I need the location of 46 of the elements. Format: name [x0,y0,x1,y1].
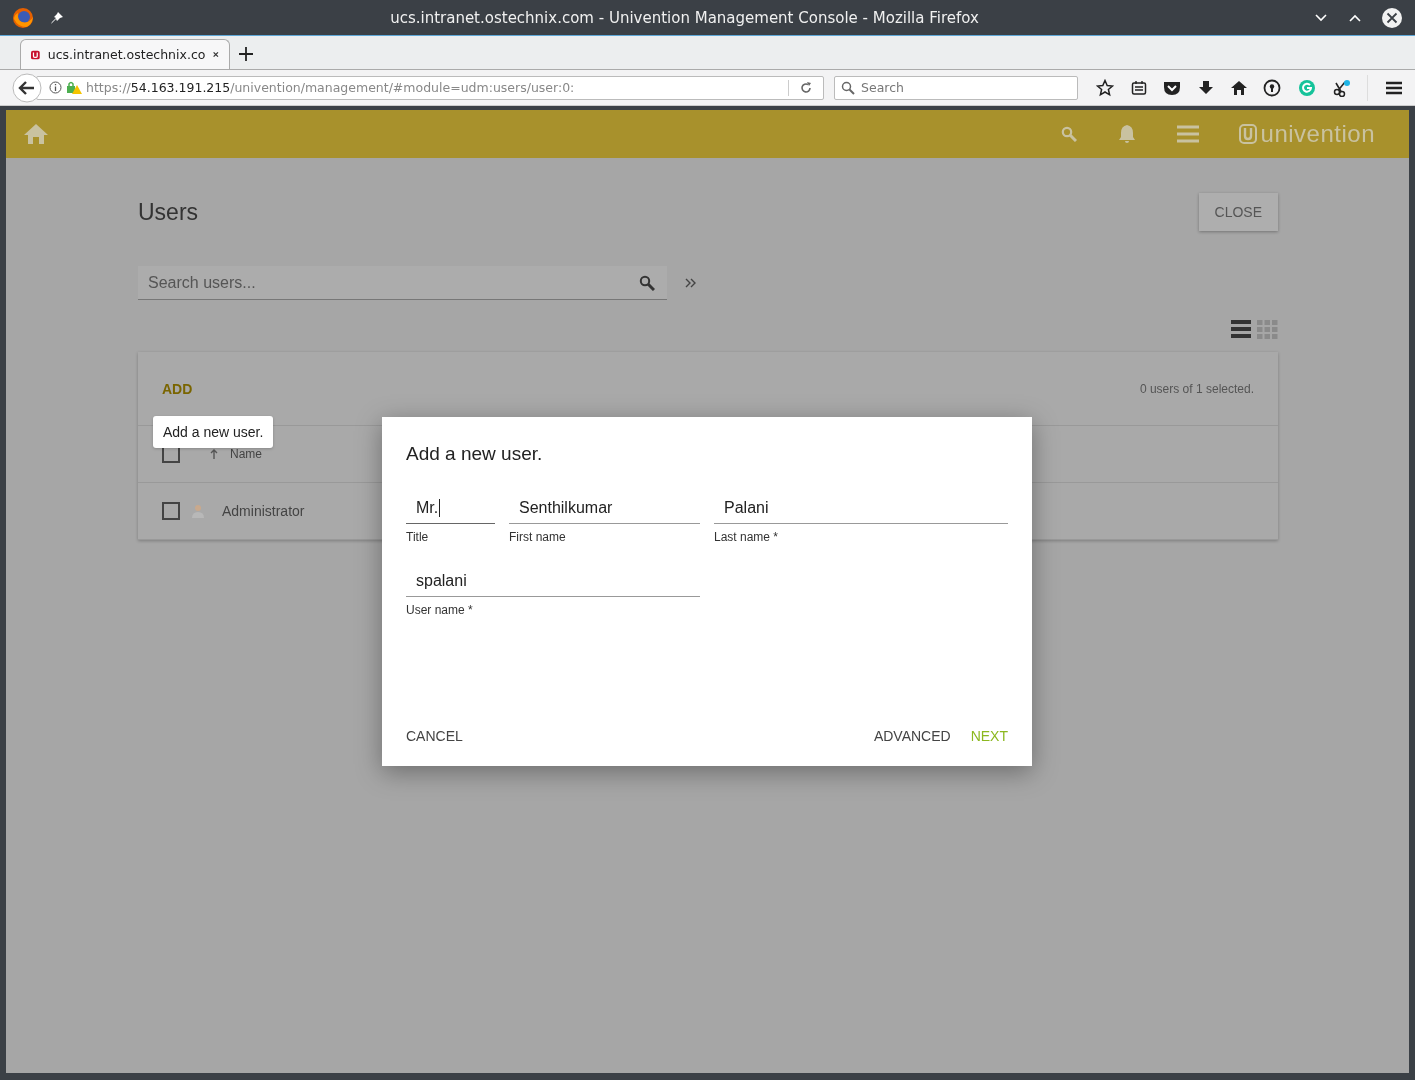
menu-icon[interactable] [1384,79,1403,96]
star-icon[interactable] [1096,78,1114,97]
keyhole-icon[interactable] [1263,78,1282,97]
new-tab-icon[interactable] [238,46,254,62]
input-field[interactable]: Senthilkumar [509,493,700,524]
page-title: Users [138,198,199,226]
field-label: User name * [406,603,474,617]
sort-icon[interactable] [210,449,218,459]
checkbox[interactable] [162,502,180,520]
scissors-icon[interactable] [1332,78,1351,97]
input-field[interactable]: Mr. [406,493,495,524]
close-icon[interactable] [1381,6,1403,29]
tooltip: Add a new user. [153,416,274,448]
lock-warning-icon [66,80,82,95]
search-icon [841,80,855,95]
brand-name: univention [1260,120,1375,148]
field-label: Title [406,530,430,544]
close-icon[interactable] [213,50,219,59]
reading-list-icon[interactable] [1130,79,1147,96]
list-view-icon[interactable] [1231,320,1251,338]
user-icon [192,504,204,518]
column-header[interactable]: Name [230,447,262,461]
back-icon[interactable] [12,72,42,103]
table-cell: Administrator [222,503,305,519]
address-bar[interactable]: https://54.163.191.215/univention/management/#module=udm:users/user:0: [36,75,824,100]
browser-tab[interactable]: ucs.intranet.ostechnix.co [20,39,230,69]
window-title: ucs.intranet.ostechnix.com - Univention Management Console - Mozilla Firefox [389,8,980,27]
dialog-button[interactable]: CANCEL [406,722,463,750]
field-label: First name [509,530,567,544]
home-icon[interactable] [1230,79,1247,96]
field-label: Last name * [714,530,780,544]
info-icon [49,81,62,94]
dialog-button[interactable]: ADVANCED [873,722,951,750]
search-icon [639,274,655,291]
pocket-icon[interactable] [1163,79,1182,96]
download-icon[interactable] [1197,79,1214,96]
search-field[interactable]: Search [834,75,1078,100]
firefox-icon [12,6,34,29]
pin-icon[interactable] [50,10,64,25]
reload-icon[interactable] [799,80,813,95]
selection-status: 0 users of 1 selected. [1139,381,1254,396]
univention-logo-icon [1238,124,1257,144]
input-field[interactable]: spalani [406,566,700,597]
double-chevron-icon[interactable] [685,277,697,289]
dialog-title: Add a new user. [406,443,544,465]
input-field[interactable]: Palani [714,493,1008,524]
